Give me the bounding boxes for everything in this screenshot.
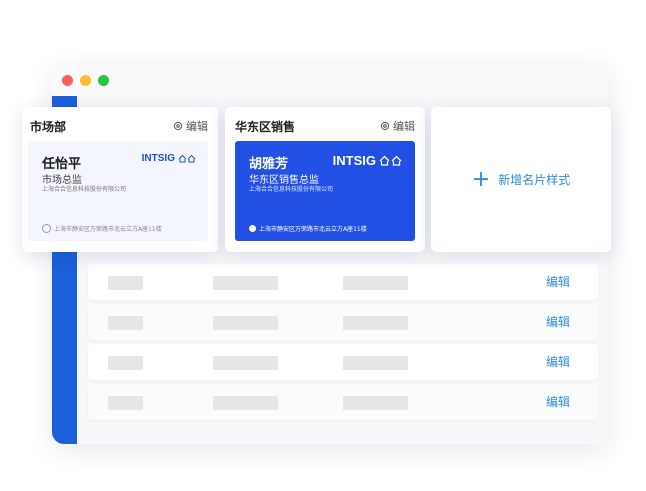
intsig-logo-icon xyxy=(379,155,402,166)
placeholder-cell xyxy=(213,276,278,290)
card-address-text: 上海市静安区万荣路市北云立方A座11楼 xyxy=(259,226,367,233)
card-address: 上海市静安区万荣路市北云立方A座11楼 xyxy=(42,224,162,233)
company-logo: INTSIG xyxy=(142,153,196,164)
placeholder-cell xyxy=(343,356,408,370)
card-header: 华东区销售 编辑 xyxy=(235,115,425,135)
placeholder-cell xyxy=(343,276,408,290)
plus-icon: + xyxy=(471,166,491,192)
card-company: 上海合合信息科技股份有限公司 xyxy=(249,186,334,193)
gear-icon xyxy=(380,121,390,131)
maximize-window-button[interactable] xyxy=(98,75,109,86)
location-icon xyxy=(249,225,256,232)
placeholder-cell xyxy=(108,396,143,410)
card-header: 市场部 编辑 xyxy=(30,115,218,135)
card-name: 任怡平 xyxy=(42,157,82,172)
card-style-panel-east-sales: 华东区销售 编辑 胡雅芳 华东区销售总监 上海合合信息科技股份有限公司 INTS… xyxy=(225,107,425,252)
row-edit-link[interactable]: 编辑 xyxy=(546,273,570,290)
placeholder-cell xyxy=(108,316,143,330)
table-row: 编辑 xyxy=(88,344,598,380)
add-card-style-label: 新增名片样式 xyxy=(498,173,571,187)
placeholder-cell xyxy=(213,396,278,410)
logo-text: INTSIG xyxy=(332,153,376,168)
placeholder-cell xyxy=(108,356,143,370)
window-titlebar xyxy=(52,64,608,96)
placeholder-cell xyxy=(343,316,408,330)
card-address: 上海市静安区万荣路市北云立方A座11楼 xyxy=(249,224,367,233)
location-icon xyxy=(42,224,51,233)
table-row: 编辑 xyxy=(88,304,598,340)
placeholder-cell xyxy=(343,396,408,410)
company-logo: INTSIG xyxy=(333,153,403,168)
table-row: 编辑 xyxy=(88,264,598,300)
business-card-preview: 胡雅芳 华东区销售总监 上海合合信息科技股份有限公司 INTSIG 上海市静安区… xyxy=(235,141,415,241)
placeholder-cell xyxy=(213,356,278,370)
edit-button[interactable]: 编辑 xyxy=(173,118,208,134)
intsig-logo-icon xyxy=(178,154,196,163)
edit-label: 编辑 xyxy=(186,120,208,133)
card-address-text: 上海市静安区万荣路市北云立方A座11楼 xyxy=(54,226,162,233)
card-group-title: 华东区销售 xyxy=(235,120,296,134)
placeholder-cell xyxy=(108,276,143,290)
edit-label: 编辑 xyxy=(393,120,415,133)
card-company: 上海合合信息科技股份有限公司 xyxy=(42,186,127,193)
placeholder-cell xyxy=(213,316,278,330)
card-style-panel-market: 市场部 编辑 任怡平 市场总监 上海合合信息科技股份有限公司 INTSIG 上海… xyxy=(22,107,218,252)
logo-text: INTSIG xyxy=(141,153,175,164)
table-row: 编辑 xyxy=(88,384,598,420)
card-name: 胡雅芳 xyxy=(249,157,289,172)
add-card-style-button[interactable]: + 新增名片样式 xyxy=(431,107,611,252)
edit-button[interactable]: 编辑 xyxy=(380,118,415,134)
gear-icon xyxy=(173,121,183,131)
card-group-title: 市场部 xyxy=(30,120,67,134)
row-edit-link[interactable]: 编辑 xyxy=(546,313,570,330)
business-card-preview: 任怡平 市场总监 上海合合信息科技股份有限公司 INTSIG 上海市静安区万荣路… xyxy=(28,141,208,241)
minimize-window-button[interactable] xyxy=(80,75,91,86)
close-window-button[interactable] xyxy=(62,75,73,86)
row-edit-link[interactable]: 编辑 xyxy=(546,353,570,370)
card-list-table: 编辑 编辑 编辑 编辑 xyxy=(88,264,598,424)
row-edit-link[interactable]: 编辑 xyxy=(546,393,570,410)
